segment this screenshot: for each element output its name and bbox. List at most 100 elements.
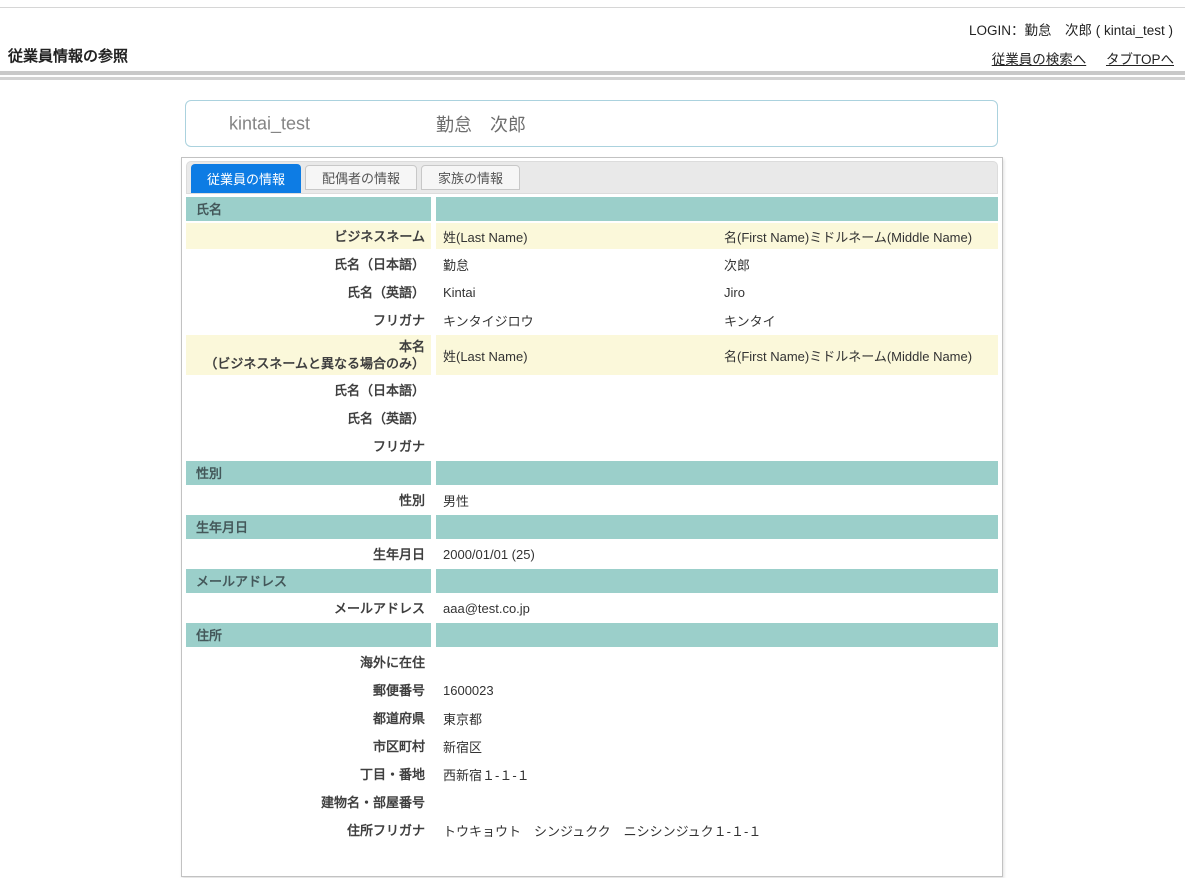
value-primary: 新宿区 — [436, 737, 717, 756]
value-primary: 1600023 — [436, 683, 717, 698]
value-primary: 2000/01/01 (25) — [436, 547, 717, 562]
row-values: 東京都 — [436, 705, 998, 731]
row-values: aaa@test.co.jp — [436, 595, 998, 621]
section-header-row: 氏名 — [186, 197, 998, 221]
employee-card: kintai_test 勤怠 次郎 — [185, 100, 998, 147]
data-row: 生年月日 2000/01/01 (25) — [186, 541, 998, 567]
row-label-text: 氏名（英語） — [347, 410, 425, 427]
tab-family-info[interactable]: 家族の情報 — [421, 165, 520, 190]
value-secondary: Jiro — [717, 285, 998, 300]
value-primary: 男性 — [436, 491, 717, 510]
row-label: 氏名（日本語） — [186, 377, 431, 403]
row-label-text: 氏名（日本語） — [334, 382, 425, 399]
row-label-text: 市区町村 — [373, 738, 425, 755]
data-row: 氏名（英語） KintaiJiro — [186, 279, 998, 305]
row-values — [436, 377, 998, 403]
row-values: 新宿区 — [436, 733, 998, 759]
row-values: 姓(Last Name)名(First Name)ミドルネーム(Middle N… — [436, 335, 998, 375]
section-header-row: 住所 — [186, 623, 998, 647]
data-row: 建物名・部屋番号 — [186, 789, 998, 815]
value-secondary: 名(First Name)ミドルネーム(Middle Name) — [717, 227, 998, 246]
row-values: キンタイジロウキンタイ — [436, 307, 998, 333]
row-label: 氏名（英語） — [186, 279, 431, 305]
value-primary: 勤怠 — [436, 255, 717, 274]
value-primary: トウキョウト シンジュクク ニシシンジュク１-１-１ — [436, 821, 717, 840]
row-label-text: 都道府県 — [373, 710, 425, 727]
section-header-fill — [436, 569, 998, 593]
header-nav-links: 従業員の検索へ タブTOPへ — [976, 48, 1174, 68]
value-primary: キンタイジロウ — [436, 311, 717, 330]
row-label-text: フリガナ — [373, 438, 425, 455]
login-info: LOGIN：勤怠 次郎 ( kintai_test ) — [969, 19, 1173, 39]
row-label-text: 住所フリガナ — [347, 822, 425, 839]
data-row: 郵便番号1600023 — [186, 677, 998, 703]
row-label: フリガナ — [186, 433, 431, 459]
row-label: 氏名（英語） — [186, 405, 431, 431]
divider-bar — [0, 77, 1185, 80]
section-title: 氏名 — [186, 197, 431, 221]
header-divider — [0, 71, 1185, 80]
row-label: 住所フリガナ — [186, 817, 431, 843]
row-values: 2000/01/01 (25) — [436, 541, 998, 567]
row-values: 勤怠次郎 — [436, 251, 998, 277]
section-header-fill — [436, 623, 998, 647]
row-label-text: ビジネスネーム — [334, 228, 425, 245]
data-row: フリガナキンタイジロウキンタイ — [186, 307, 998, 333]
data-row: 市区町村新宿区 — [186, 733, 998, 759]
tab-employee-info[interactable]: 従業員の情報 — [191, 164, 301, 193]
row-values — [436, 789, 998, 815]
row-label-text: 海外に在住 — [360, 654, 425, 671]
row-values: 西新宿１-１-１ — [436, 761, 998, 787]
row-label: 丁目・番地 — [186, 761, 431, 787]
employee-info-panel: 従業員の情報 配偶者の情報 家族の情報 氏名ビジネスネーム姓(Last Name… — [181, 157, 1003, 877]
row-label-text: 建物名・部屋番号 — [321, 794, 425, 811]
data-row: メールアドレス aaa@test.co.jp — [186, 595, 998, 621]
value-secondary: 名(First Name)ミドルネーム(Middle Name) — [717, 346, 998, 365]
row-label: 市区町村 — [186, 733, 431, 759]
value-primary: 東京都 — [436, 709, 717, 728]
section-title: 性別 — [186, 461, 431, 485]
row-values: KintaiJiro — [436, 279, 998, 305]
info-table: 氏名ビジネスネーム姓(Last Name)名(First Name)ミドルネーム… — [186, 197, 998, 843]
nav-link-tab-top[interactable]: タブTOPへ — [1106, 52, 1174, 67]
data-row: 氏名（日本語） 勤怠次郎 — [186, 251, 998, 277]
nav-link-employee-search[interactable]: 従業員の検索へ — [992, 52, 1087, 67]
row-label-text: 氏名（日本語） — [334, 256, 425, 273]
section-header-fill — [436, 197, 998, 221]
row-label-text: フリガナ — [373, 312, 425, 329]
data-row: 丁目・番地西新宿１-１-１ — [186, 761, 998, 787]
row-label-text: 氏名（英語） — [347, 284, 425, 301]
row-label: ビジネスネーム — [186, 223, 431, 249]
row-label-text: メールアドレス — [334, 600, 425, 617]
employee-id: kintai_test — [229, 113, 310, 134]
row-label-text: 丁目・番地 — [360, 766, 425, 783]
row-label: 建物名・部屋番号 — [186, 789, 431, 815]
section-header-fill — [436, 461, 998, 485]
tab-spouse-info[interactable]: 配偶者の情報 — [305, 165, 417, 190]
value-primary: Kintai — [436, 285, 717, 300]
value-secondary: 次郎 — [717, 255, 998, 274]
value-secondary: キンタイ — [717, 311, 998, 330]
employee-name: 勤怠 次郎 — [436, 111, 526, 137]
row-label-text: 生年月日 — [373, 546, 425, 563]
data-row: 住所フリガナトウキョウト シンジュクク ニシシンジュク１-１-１ — [186, 817, 998, 843]
page-title: 従業員情報の参照 — [8, 45, 128, 66]
row-label-text: 性別 — [399, 492, 425, 509]
row-label: 氏名（日本語） — [186, 251, 431, 277]
row-label: 海外に在住 — [186, 649, 431, 675]
row-values — [436, 649, 998, 675]
row-label: メールアドレス — [186, 595, 431, 621]
row-values: 男性 — [436, 487, 998, 513]
value-primary: aaa@test.co.jp — [436, 601, 717, 616]
value-primary: 姓(Last Name) — [436, 346, 717, 365]
row-values: 1600023 — [436, 677, 998, 703]
row-label-subtext: （ビジネスネームと異なる場合のみ） — [204, 355, 425, 372]
row-values — [436, 405, 998, 431]
data-row: フリガナ — [186, 433, 998, 459]
data-row: ビジネスネーム姓(Last Name)名(First Name)ミドルネーム(M… — [186, 223, 998, 249]
section-title: 生年月日 — [186, 515, 431, 539]
row-values: トウキョウト シンジュクク ニシシンジュク１-１-１ — [436, 817, 998, 843]
tab-strip: 従業員の情報 配偶者の情報 家族の情報 — [186, 161, 998, 194]
data-row: 海外に在住 — [186, 649, 998, 675]
data-row: 本名（ビジネスネームと異なる場合のみ）姓(Last Name)名(First N… — [186, 335, 998, 375]
